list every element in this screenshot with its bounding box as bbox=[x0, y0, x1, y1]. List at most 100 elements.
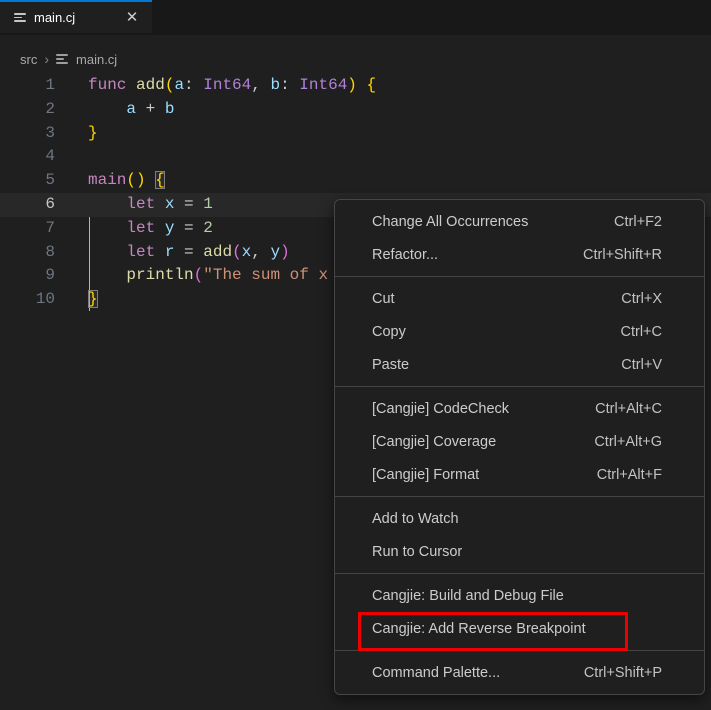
menu-item-copy[interactable]: CopyCtrl+C bbox=[335, 315, 704, 348]
menu-item-label: Copy bbox=[372, 324, 406, 340]
menu-item-shortcut: Ctrl+Shift+R bbox=[583, 247, 662, 263]
code-line[interactable]: 5main() { bbox=[0, 169, 711, 193]
menu-item-command-palette[interactable]: Command Palette... Ctrl+Shift+P bbox=[335, 656, 704, 689]
code-line[interactable]: 1func add(a: Int64, b: Int64) { bbox=[0, 74, 711, 98]
breadcrumb: src › main.cj bbox=[20, 47, 117, 71]
code-token: y bbox=[165, 219, 175, 237]
code-token bbox=[88, 243, 126, 261]
line-number: 2 bbox=[0, 98, 55, 122]
menu-item-cangjie-add-reverse-breakpoint[interactable]: Cangjie: Add Reverse Breakpoint bbox=[335, 612, 704, 645]
line-number: 6 bbox=[0, 193, 55, 217]
code-token: } bbox=[88, 124, 98, 142]
code-token: () bbox=[126, 171, 145, 189]
tab-title: main.cj bbox=[34, 10, 75, 25]
menu-item-label: [Cangjie] CodeCheck bbox=[372, 401, 509, 417]
code-token: + bbox=[136, 100, 165, 118]
code-token bbox=[146, 171, 156, 189]
code-token: { bbox=[367, 76, 377, 94]
code-token: , bbox=[251, 76, 270, 94]
code-text bbox=[55, 145, 88, 169]
menu-item-change-all-occurrences[interactable]: Change All OccurrencesCtrl+F2 bbox=[335, 205, 704, 238]
code-token: a bbox=[174, 76, 184, 94]
breadcrumb-folder[interactable]: src bbox=[20, 52, 37, 67]
menu-item-run-to-cursor[interactable]: Run to Cursor bbox=[335, 535, 704, 568]
menu-item-add-to-watch[interactable]: Add to Watch bbox=[335, 502, 704, 535]
close-icon[interactable]: ✕ bbox=[122, 8, 142, 28]
menu-separator bbox=[335, 276, 704, 277]
menu-item-shortcut: Ctrl+X bbox=[621, 291, 662, 307]
code-token: ( bbox=[165, 76, 175, 94]
menu-item-label: Cangjie: Add Reverse Breakpoint bbox=[372, 621, 586, 637]
menu-item-label: Add to Watch bbox=[372, 511, 459, 527]
code-line[interactable]: 2 a + b bbox=[0, 98, 711, 122]
menu-item-refactor[interactable]: Refactor... Ctrl+Shift+R bbox=[335, 238, 704, 271]
code-text: let r = add(x, y) bbox=[55, 241, 290, 265]
menu-item-shortcut: Ctrl+F2 bbox=[614, 214, 662, 230]
code-token bbox=[88, 266, 126, 284]
code-line[interactable]: 4 bbox=[0, 145, 711, 169]
code-token: x bbox=[165, 195, 175, 213]
menu-item-shortcut: Ctrl+Alt+C bbox=[595, 401, 662, 417]
code-line[interactable]: 3} bbox=[0, 122, 711, 146]
code-token: Int64 bbox=[203, 76, 251, 94]
code-text: let x = 1 bbox=[55, 193, 213, 217]
tab-main-cj[interactable]: main.cj ✕ bbox=[0, 0, 152, 33]
menu-item-label: Cut bbox=[372, 291, 395, 307]
menu-item-label: Cangjie: Build and Debug File bbox=[372, 588, 564, 604]
code-token bbox=[155, 219, 165, 237]
line-number: 7 bbox=[0, 217, 55, 241]
menu-item-cut[interactable]: Cut Ctrl+X bbox=[335, 282, 704, 315]
context-menu: Change All OccurrencesCtrl+F2Refactor...… bbox=[334, 199, 705, 695]
line-number: 9 bbox=[0, 264, 55, 288]
menu-item-cangjie-build-and-debug-file[interactable]: Cangjie: Build and Debug File bbox=[335, 579, 704, 612]
menu-item-cangjie-format[interactable]: [Cangjie] Format Ctrl+Alt+F bbox=[335, 458, 704, 491]
chevron-right-icon: › bbox=[44, 51, 49, 67]
code-token: "The sum of x bbox=[203, 266, 328, 284]
menu-item-shortcut: Ctrl+Shift+P bbox=[584, 665, 662, 681]
menu-item-paste[interactable]: PasteCtrl+V bbox=[335, 348, 704, 381]
code-token: add bbox=[203, 243, 232, 261]
file-icon bbox=[56, 54, 69, 63]
code-token: { bbox=[155, 171, 165, 189]
menu-separator bbox=[335, 650, 704, 651]
code-text: a + b bbox=[55, 98, 174, 122]
line-number: 5 bbox=[0, 169, 55, 193]
code-token bbox=[155, 195, 165, 213]
code-token bbox=[155, 243, 165, 261]
code-token: x bbox=[242, 243, 252, 261]
code-text: } bbox=[55, 122, 98, 146]
line-number: 3 bbox=[0, 122, 55, 146]
line-number: 8 bbox=[0, 241, 55, 265]
menu-separator bbox=[335, 496, 704, 497]
code-token: b bbox=[270, 76, 280, 94]
code-token: y bbox=[270, 243, 280, 261]
menu-item-label: [Cangjie] Coverage bbox=[372, 434, 496, 450]
code-token: = bbox=[174, 219, 203, 237]
code-token: 1 bbox=[203, 195, 213, 213]
file-icon bbox=[14, 13, 27, 22]
code-token: : bbox=[280, 76, 299, 94]
code-text: let y = 2 bbox=[55, 217, 213, 241]
code-token: let bbox=[126, 195, 155, 213]
code-token: func bbox=[88, 76, 126, 94]
code-token bbox=[357, 76, 367, 94]
code-token: ) bbox=[347, 76, 357, 94]
menu-item-label: [Cangjie] Format bbox=[372, 467, 479, 483]
code-token: println bbox=[126, 266, 193, 284]
menu-item-shortcut: Ctrl+Alt+F bbox=[597, 467, 662, 483]
menu-item-label: Command Palette... bbox=[372, 665, 500, 681]
code-text: main() { bbox=[55, 169, 165, 193]
menu-item-cangjie-coverage[interactable]: [Cangjie] CoverageCtrl+Alt+G bbox=[335, 425, 704, 458]
code-token: ) bbox=[280, 243, 290, 261]
menu-item-label: Run to Cursor bbox=[372, 544, 462, 560]
menu-separator bbox=[335, 573, 704, 574]
code-token: let bbox=[126, 219, 155, 237]
code-token: a bbox=[126, 100, 136, 118]
breadcrumb-file[interactable]: main.cj bbox=[76, 52, 117, 67]
code-token: , bbox=[251, 243, 270, 261]
code-text: println("The sum of x bbox=[55, 264, 328, 288]
code-token: = bbox=[174, 195, 203, 213]
code-token: r bbox=[165, 243, 175, 261]
menu-item-cangjie-codecheck[interactable]: [Cangjie] CodeCheck Ctrl+Alt+C bbox=[335, 392, 704, 425]
menu-item-label: Refactor... bbox=[372, 247, 438, 263]
